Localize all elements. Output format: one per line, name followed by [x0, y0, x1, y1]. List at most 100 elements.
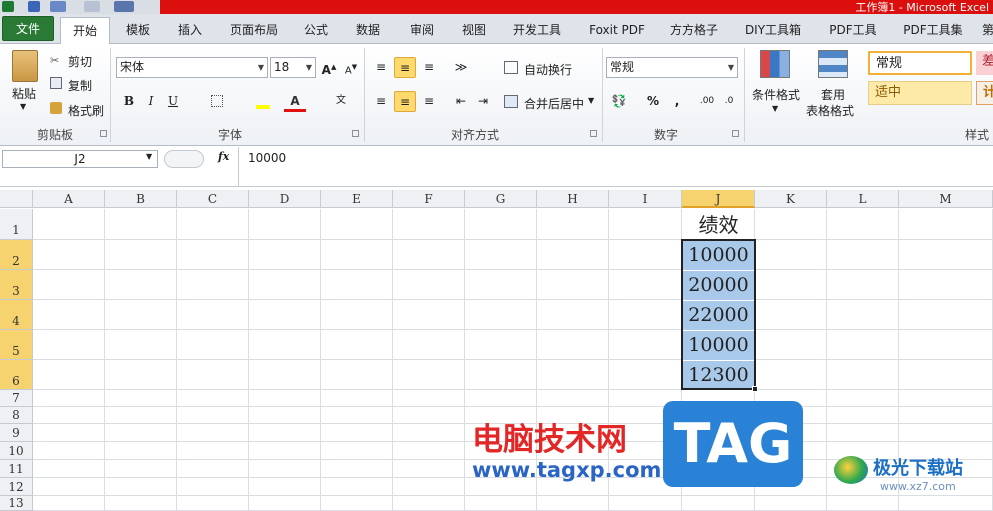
tab-formulas[interactable]: 公式	[296, 17, 336, 44]
tab-page-layout[interactable]: 页面布局	[224, 17, 284, 44]
tab-file[interactable]: 文件	[2, 16, 54, 41]
bold-button[interactable]: B	[118, 91, 140, 112]
style-calc[interactable]: 计	[976, 81, 993, 105]
alignment-launcher-icon[interactable]	[590, 130, 597, 137]
save-icon[interactable]	[28, 1, 40, 12]
row-header-2[interactable]: 2	[0, 240, 33, 270]
column-header-E[interactable]: E	[321, 190, 393, 208]
formula-expand-icon[interactable]	[164, 150, 204, 168]
align-middle-icon[interactable]: ≡	[394, 57, 416, 78]
number-format-combo[interactable]: 常规 ▼	[606, 57, 738, 78]
quick-access-icon[interactable]	[114, 1, 134, 12]
tab-developer[interactable]: 开发工具	[506, 17, 568, 44]
tab-foxit-pdf[interactable]: Foxit PDF	[584, 17, 650, 44]
row-header-6[interactable]: 6	[0, 360, 33, 390]
align-top-icon[interactable]: ≡	[370, 57, 392, 78]
name-box[interactable]: J2	[2, 150, 158, 168]
merge-center-button[interactable]: 合并后居中	[524, 95, 584, 112]
formula-input[interactable]: 10000	[248, 151, 286, 165]
tab-insert[interactable]: 插入	[170, 17, 210, 44]
conditional-dropdown-icon[interactable]: ▼	[772, 104, 778, 113]
row-header-3[interactable]: 3	[0, 270, 33, 300]
row-header-8[interactable]: 8	[0, 407, 33, 424]
increase-indent-icon[interactable]: ⇥	[472, 91, 494, 112]
column-header-G[interactable]: G	[465, 190, 537, 208]
copy-button[interactable]: 复制	[68, 77, 92, 94]
orientation-icon[interactable]: ≫	[450, 57, 472, 78]
align-center-icon[interactable]: ≡	[394, 91, 416, 112]
column-header-B[interactable]: B	[105, 190, 177, 208]
tab-home[interactable]: 开始	[60, 17, 110, 45]
row-header-10[interactable]: 10	[0, 442, 33, 460]
number-launcher-icon[interactable]	[732, 130, 739, 137]
column-header-C[interactable]: C	[177, 190, 249, 208]
row-header-1[interactable]: 1	[0, 209, 33, 240]
name-box-dropdown-icon[interactable]: ▼	[146, 152, 152, 161]
shrink-font-icon[interactable]: A▼	[340, 57, 362, 78]
align-right-icon[interactable]: ≡	[418, 91, 440, 112]
row-header-13[interactable]: 13	[0, 496, 33, 511]
decrease-decimal-icon[interactable]: .0	[718, 91, 740, 112]
percent-button[interactable]: %	[642, 91, 664, 112]
wrap-text-button[interactable]: 自动换行	[524, 61, 572, 78]
fill-color-icon[interactable]	[252, 91, 274, 112]
column-header-H[interactable]: H	[537, 190, 609, 208]
format-painter-button[interactable]: 格式刷	[68, 102, 104, 119]
increase-decimal-icon[interactable]: .00	[696, 91, 718, 112]
row-header-5[interactable]: 5	[0, 330, 33, 360]
currency-icon[interactable]: 💱	[608, 91, 630, 112]
column-header-I[interactable]: I	[609, 190, 682, 208]
style-neutral[interactable]: 适中	[868, 81, 972, 105]
conditional-format-icon[interactable]	[760, 50, 790, 78]
font-size-combo[interactable]: 18 ▼	[270, 57, 316, 78]
style-bad[interactable]: 差	[976, 51, 993, 75]
row-header-11[interactable]: 11	[0, 460, 33, 478]
conditional-format-button[interactable]: 条件格式	[752, 86, 800, 103]
tab-pdf-toolset[interactable]: PDF工具集	[898, 17, 968, 44]
tab-more[interactable]: 第	[978, 17, 993, 44]
column-header-D[interactable]: D	[249, 190, 321, 208]
tab-pdf-tools[interactable]: PDF工具	[822, 17, 884, 44]
comma-button[interactable]: ,	[666, 91, 688, 112]
underline-button[interactable]: U	[162, 91, 184, 112]
phonetic-icon[interactable]: 文	[330, 91, 352, 112]
style-normal[interactable]: 常规	[868, 51, 972, 75]
align-bottom-icon[interactable]: ≡	[418, 57, 440, 78]
row-header-4[interactable]: 4	[0, 300, 33, 330]
paste-icon[interactable]	[12, 50, 38, 82]
font-name-combo[interactable]: 宋体 ▼	[116, 57, 268, 78]
table-format-label-2[interactable]: 表格格式	[806, 102, 854, 119]
align-left-icon[interactable]: ≡	[370, 91, 392, 112]
italic-button[interactable]: I	[140, 91, 162, 112]
redo-icon[interactable]	[84, 1, 100, 12]
tab-diy-tools[interactable]: DIY工具箱	[740, 17, 806, 44]
row-header-7[interactable]: 7	[0, 390, 33, 407]
tab-review[interactable]: 审阅	[402, 17, 442, 44]
cell-J1[interactable]: 绩效	[682, 210, 755, 240]
column-header-L[interactable]: L	[827, 190, 899, 208]
column-header-F[interactable]: F	[393, 190, 465, 208]
cut-button[interactable]: 剪切	[68, 53, 92, 70]
column-header-K[interactable]: K	[755, 190, 827, 208]
row-header-12[interactable]: 12	[0, 478, 33, 496]
font-color-icon[interactable]: A	[284, 91, 306, 112]
clipboard-launcher-icon[interactable]	[100, 130, 107, 137]
column-header-A[interactable]: A	[33, 190, 105, 208]
tab-view[interactable]: 视图	[454, 17, 494, 44]
tab-data[interactable]: 数据	[348, 17, 388, 44]
decrease-indent-icon[interactable]: ⇤	[450, 91, 472, 112]
tab-template[interactable]: 模板	[118, 17, 158, 44]
row-header-9[interactable]: 9	[0, 424, 33, 442]
fill-handle[interactable]	[752, 386, 758, 392]
grow-font-icon[interactable]: A▲	[318, 57, 340, 78]
paste-button[interactable]: 粘贴	[12, 85, 36, 102]
table-format-label-1[interactable]: 套用	[821, 86, 845, 103]
fx-icon[interactable]: fx	[218, 150, 229, 163]
column-header-M[interactable]: M	[899, 190, 993, 208]
column-header-J[interactable]: J	[682, 190, 755, 208]
font-launcher-icon[interactable]	[352, 130, 359, 137]
undo-icon[interactable]	[50, 1, 66, 12]
border-icon[interactable]	[206, 91, 228, 112]
merge-dropdown-icon[interactable]: ▼	[588, 96, 594, 105]
tab-fangfang[interactable]: 方方格子	[664, 17, 724, 44]
